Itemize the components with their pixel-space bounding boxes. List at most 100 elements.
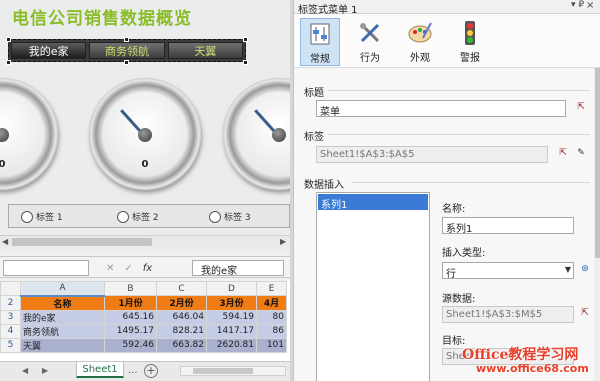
cell[interactable]: 592.46: [104, 337, 157, 353]
sheet-tab[interactable]: Sheet1: [76, 362, 124, 378]
formula-bar: ✕ ✓ fx 我的e家: [0, 256, 290, 278]
tool-general[interactable]: 常规: [300, 18, 340, 66]
prev-sheet-icon[interactable]: ◀: [22, 366, 28, 375]
reset-icon[interactable]: ⇱: [574, 101, 588, 115]
cell[interactable]: 86: [256, 323, 287, 339]
caption-input[interactable]: 菜单: [316, 100, 566, 118]
row-header[interactable]: 4: [0, 323, 21, 339]
radio-option-2[interactable]: 标签 2: [117, 210, 159, 223]
resize-handle-sw[interactable]: [6, 60, 11, 65]
cell[interactable]: 1417.17: [206, 323, 257, 339]
close-icon[interactable]: ×: [586, 0, 594, 11]
column-header[interactable]: B: [104, 281, 157, 296]
column-header[interactable]: D: [206, 281, 257, 296]
tool-label: 常规: [310, 54, 330, 65]
name-box[interactable]: [3, 260, 89, 276]
scroll-thumb[interactable]: [193, 368, 253, 374]
resize-handle-n[interactable]: [124, 37, 129, 42]
panel-toolbar: 常规 行为 外观 警报: [294, 14, 600, 68]
add-sheet-icon[interactable]: +: [144, 364, 158, 378]
cell[interactable]: 80: [256, 309, 287, 325]
table-row: 3 我的e家 645.16 646.04 594.19 80: [0, 309, 287, 325]
next-sheet-icon[interactable]: ▶: [42, 366, 48, 375]
cell[interactable]: 594.19: [206, 309, 257, 325]
gauge-3: [223, 78, 290, 190]
cell[interactable]: 天翼: [20, 337, 105, 353]
resize-handle-nw[interactable]: [6, 37, 11, 42]
tool-behavior[interactable]: 行为: [350, 18, 390, 66]
gauge-hub: [272, 128, 286, 142]
resize-handle-se[interactable]: [243, 60, 248, 65]
panel-vscrollbar[interactable]: [594, 68, 600, 381]
spreadsheet-grid[interactable]: A B C D E 2 名称 1月份 2月份 3月份 4月 3 我的e家 645…: [0, 281, 290, 361]
scroll-left-icon[interactable]: ◀: [2, 237, 8, 246]
cell[interactable]: 我的e家: [20, 309, 105, 325]
resize-handle-ne[interactable]: [243, 37, 248, 42]
watermark-title: Office教程学习网: [462, 347, 579, 363]
dashboard-tab-tianyi[interactable]: 天翼: [167, 42, 243, 59]
cancel-icon[interactable]: ✕: [106, 263, 114, 274]
tabbed-menu[interactable]: 我的e家 商务领航 天翼: [8, 39, 246, 62]
radio-group: 标签 1 标签 2 标签 3: [8, 204, 290, 228]
tool-label: 警报: [460, 53, 480, 64]
dashboard-hscrollbar[interactable]: ◀ ▶: [0, 235, 290, 247]
confirm-icon[interactable]: ✓: [124, 263, 132, 274]
source-data-input[interactable]: Sheet1!$A$3:$M$5: [442, 306, 574, 323]
edit-icon[interactable]: ✎: [574, 147, 588, 161]
more-sheets[interactable]: ...: [128, 365, 138, 376]
cell[interactable]: 3月份: [206, 295, 257, 311]
scroll-thumb[interactable]: [12, 238, 152, 246]
watermark-url: www.office68.com: [476, 362, 589, 375]
sheet-hscrollbar[interactable]: [180, 366, 286, 376]
cell[interactable]: 828.21: [156, 323, 207, 339]
row-header[interactable]: 5: [0, 337, 21, 353]
cell[interactable]: 1495.17: [104, 323, 157, 339]
resize-handle-s[interactable]: [124, 60, 129, 65]
cell[interactable]: 101: [256, 337, 287, 353]
table-row: 2 名称 1月份 2月份 3月份 4月: [0, 295, 287, 311]
series-list[interactable]: 系列1: [316, 192, 430, 381]
dashboard-tab-home[interactable]: 我的e家: [11, 42, 87, 59]
section-tags: 标签: [304, 132, 324, 143]
sheet-tab-bar: ◀ ▶ Sheet1 ... +: [0, 361, 290, 381]
link-icon[interactable]: ⊛: [578, 263, 592, 277]
range-picker-icon[interactable]: ⇱: [578, 307, 592, 321]
row-header[interactable]: 2: [0, 295, 21, 311]
radio-option-3[interactable]: 标签 3: [209, 210, 251, 223]
cell[interactable]: 名称: [20, 295, 105, 311]
tool-appearance[interactable]: 外观: [400, 18, 440, 66]
cell[interactable]: 1月份: [104, 295, 157, 311]
column-header[interactable]: A: [20, 281, 105, 297]
dashboard-canvas: 电信公司销售数据概览 我的e家 商务领航 天翼 0 0 标签 1 标签 2 标签…: [0, 0, 290, 253]
tags-range-input[interactable]: Sheet1!$A$3:$A$5: [316, 146, 548, 163]
cell[interactable]: 2620.81: [206, 337, 257, 353]
cell[interactable]: 4月: [256, 295, 287, 311]
radio-option-1[interactable]: 标签 1: [21, 210, 63, 223]
insert-function-icon[interactable]: fx: [143, 263, 152, 274]
row-header[interactable]: 3: [0, 309, 21, 325]
cell[interactable]: 商务领航: [20, 323, 105, 339]
range-picker-icon[interactable]: ⇱: [556, 147, 570, 161]
scroll-thumb[interactable]: [595, 68, 600, 258]
formula-input[interactable]: 我的e家: [192, 260, 284, 277]
pin-icon[interactable]: ▾ ₽: [571, 0, 584, 10]
column-header[interactable]: E: [256, 281, 287, 296]
cell[interactable]: 2月份: [156, 295, 207, 311]
tool-label: 外观: [410, 53, 430, 64]
dashboard-tab-business[interactable]: 商务领航: [89, 42, 165, 59]
cell[interactable]: 646.04: [156, 309, 207, 325]
gauge-value: 0: [0, 159, 6, 170]
insert-type-select[interactable]: 行 ▼: [442, 262, 574, 280]
column-header[interactable]: C: [156, 281, 207, 296]
table-row: 5 天翼 592.46 663.82 2620.81 101: [0, 337, 287, 353]
scroll-right-icon[interactable]: ▶: [280, 237, 286, 246]
properties-panel: 标签式菜单 1 ▾ ₽ × 常规 行为 外观 警报 标题 菜单 ⇱ 标签 She…: [293, 0, 600, 381]
cell[interactable]: 645.16: [104, 309, 157, 325]
corner-cell[interactable]: [0, 281, 21, 296]
list-item[interactable]: 系列1: [318, 194, 428, 211]
series-name-input[interactable]: 系列1: [442, 217, 574, 235]
cell[interactable]: 663.82: [156, 337, 207, 353]
radio-label: 标签 2: [132, 213, 159, 223]
dashboard-title: 电信公司销售数据概览: [12, 9, 192, 29]
tool-alert[interactable]: 警报: [450, 18, 490, 66]
